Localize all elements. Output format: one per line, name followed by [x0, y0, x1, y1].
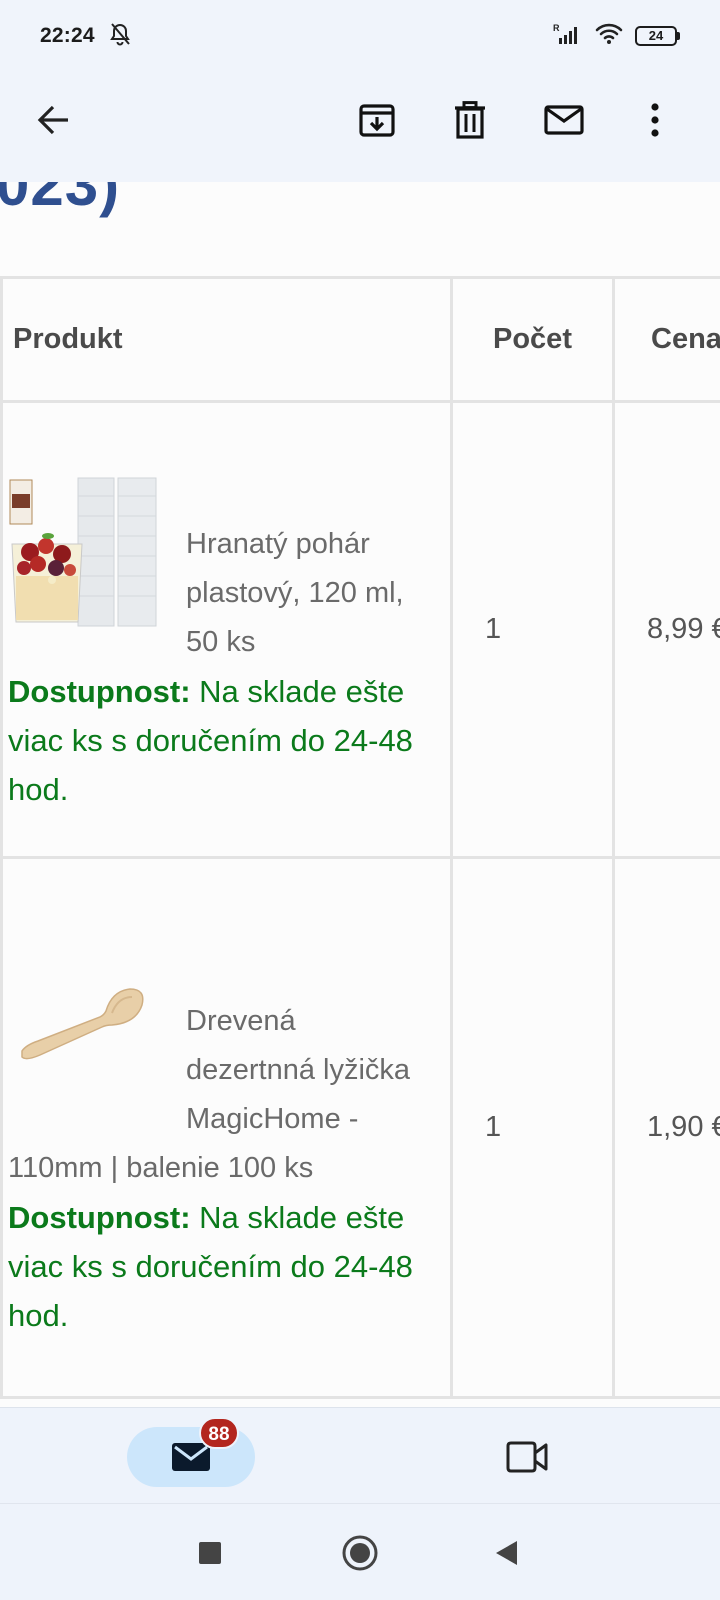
count-cell: 1 [450, 856, 615, 1399]
availability-label: Dostupnost: [8, 1200, 191, 1235]
order-table: Produkt Počet Cena Hranatý pohár plastov… [0, 276, 720, 1399]
triangle-back-icon [496, 1541, 517, 1565]
header-price: Cena [612, 276, 720, 403]
count-cell: 1 [450, 400, 615, 859]
wifi-icon [595, 23, 623, 50]
table-row: Drevená dezertnná lyžička MagicHome - 11… [0, 856, 720, 1399]
battery-icon: 24 [635, 26, 680, 46]
more-options-button[interactable] [625, 90, 685, 150]
email-body[interactable]: 023) Produkt Počet Cena Hranatý pohár pl… [0, 182, 720, 1407]
table-header-row: Produkt Počet Cena [0, 276, 720, 403]
mail-tab[interactable]: 88 [127, 1417, 255, 1487]
product-image-spoon[interactable] [8, 953, 160, 1105]
screen: 22:24 R 24 023) Produkt Počet Cena Hrana… [0, 0, 720, 1600]
system-navigation [0, 1503, 720, 1600]
meet-tab[interactable] [495, 1427, 559, 1487]
archive-button[interactable] [347, 90, 407, 150]
battery-tip [677, 32, 680, 40]
status-right: R 24 [553, 22, 680, 51]
product-description: Hranatý pohár plastový, 120 ml, 50 ks [8, 472, 430, 667]
signal-icon: R [553, 22, 583, 51]
mail-unread-icon [544, 105, 584, 135]
product-description: Drevená dezertnná lyžička MagicHome - 11… [8, 949, 430, 1193]
bottom-navigation: 88 [0, 1407, 720, 1503]
status-bar: 22:24 R 24 [0, 0, 720, 72]
back-button[interactable] [24, 90, 84, 150]
email-toolbar [0, 72, 720, 182]
more-vert-icon [651, 103, 659, 137]
availability-label: Dostupnost: [8, 673, 191, 709]
product-name-first: Drevená [186, 1005, 296, 1037]
partial-heading: 023) [0, 182, 121, 218]
status-time: 22:24 [40, 24, 95, 47]
header-count: Počet [450, 276, 615, 403]
header-product: Produkt [0, 276, 453, 403]
back-arrow-icon [37, 105, 68, 135]
back-nav-button[interactable] [482, 1529, 530, 1577]
bell-off-icon [109, 22, 131, 51]
home-circle-icon [342, 1535, 378, 1571]
product-name-rest: plastový, 120 ml, 50 ks [186, 576, 404, 658]
price-cell: 8,99 € [612, 400, 720, 859]
mark-unread-button[interactable] [534, 90, 594, 150]
availability-info: Dostupnost: Na sklade ešte viac ks s dor… [8, 667, 430, 814]
availability-info: Dostupnost: Na sklade ešte viac ks s dor… [8, 1193, 430, 1340]
status-left: 22:24 [40, 22, 131, 51]
home-button[interactable] [336, 1529, 384, 1577]
product-image-cups[interactable] [8, 475, 160, 628]
unread-badge: 88 [199, 1417, 239, 1449]
svg-text:R: R [553, 23, 560, 33]
price-cell: 1,90 € [612, 856, 720, 1399]
archive-icon [359, 104, 395, 137]
product-cell: Hranatý pohár plastový, 120 ml, 50 ks Do… [0, 400, 453, 859]
square-icon [199, 1542, 221, 1564]
product-name-first: Hranatý pohár [186, 527, 370, 560]
delete-icon [455, 101, 485, 139]
delete-button[interactable] [440, 90, 500, 150]
recents-button[interactable] [186, 1529, 234, 1577]
table-row: Hranatý pohár plastový, 120 ml, 50 ks Do… [0, 400, 720, 859]
battery-level: 24 [635, 26, 677, 46]
video-camera-icon [506, 1441, 548, 1473]
product-cell: Drevená dezertnná lyžička MagicHome - 11… [0, 856, 453, 1399]
